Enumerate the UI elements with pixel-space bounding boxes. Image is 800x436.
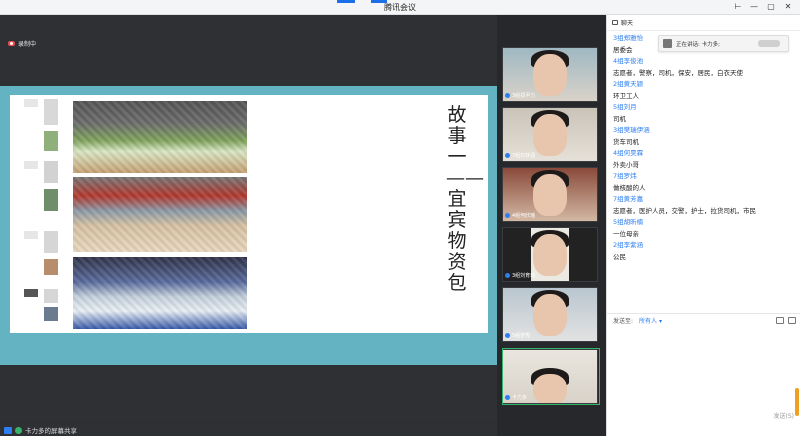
maximize-button[interactable]: ▢ bbox=[765, 2, 777, 12]
chat-message-text: 外卖小哥 bbox=[613, 160, 639, 169]
chat-sender[interactable]: 5组胡昕楠 bbox=[613, 217, 795, 229]
thumbnail-image bbox=[44, 99, 58, 125]
participant-face bbox=[533, 114, 567, 156]
video-tile-name: 4组何欣瑶 bbox=[505, 212, 535, 219]
video-tile[interactable]: 3组刘育琼 bbox=[502, 227, 598, 282]
thumbnail-image bbox=[44, 161, 58, 183]
chat-message-text: 货车司机 bbox=[613, 137, 639, 146]
chat-message-text: 志愿者，警察，司机，保安，居民，白衣天使 bbox=[613, 68, 743, 77]
chat-sender[interactable]: 5组刘月 bbox=[613, 102, 795, 114]
screenshot-icon[interactable] bbox=[788, 317, 796, 324]
share-footer: 卡力多的屏幕共享 bbox=[0, 423, 497, 436]
thumbnail-image bbox=[44, 259, 58, 275]
send-to-dropdown[interactable]: 所有人 ▾ bbox=[639, 316, 662, 325]
thumbnail-image bbox=[44, 289, 58, 303]
chat-message-text: 志愿者，医护人员，交警，护士，拉货司机，市民 bbox=[613, 206, 756, 215]
chat-header: 聊天 bbox=[607, 15, 800, 31]
thumbnail-image bbox=[24, 161, 38, 169]
presentation-slide: 故事一——宜宾物资包 bbox=[10, 95, 488, 333]
photo-texture bbox=[73, 257, 247, 329]
chat-message-text: 公民 bbox=[613, 252, 626, 261]
meeting-window: 腾讯会议 ⊢ — ▢ ✕ 录制中 故事一——宜宾物资包 卡力多的屏幕共享 3组郑… bbox=[0, 0, 800, 436]
chat-message-text: 司机 bbox=[613, 114, 626, 123]
participant-face bbox=[533, 54, 567, 96]
share-status-label: 卡力多的屏幕共享 bbox=[25, 427, 77, 435]
chat-sender[interactable]: 3组樊瑞伊涵 bbox=[613, 125, 795, 137]
chat-input[interactable] bbox=[607, 328, 800, 420]
participant-face bbox=[533, 294, 567, 336]
pin-icon[interactable]: ⊢ bbox=[732, 2, 744, 12]
main-stage: 录制中 故事一——宜宾物资包 bbox=[0, 15, 497, 422]
participant-icon bbox=[4, 426, 12, 434]
slide-title: 故事一——宜宾物资包 bbox=[446, 104, 484, 294]
active-speaker-highlight bbox=[502, 348, 600, 405]
mic-icon bbox=[505, 273, 510, 278]
chat-icon bbox=[612, 20, 618, 25]
photo-texture bbox=[73, 177, 247, 252]
participant-face bbox=[533, 234, 567, 276]
recording-icon bbox=[8, 41, 15, 46]
thumbnail-image bbox=[24, 99, 38, 107]
chat-sender[interactable]: 7组罗炜 bbox=[613, 171, 795, 183]
recording-label: 录制中 bbox=[18, 41, 37, 48]
chat-message-list[interactable]: 3组郑雅怡 居委会 4组李俊池 志愿者，警察，司机，保安，居民，白衣天使 2组黄天颖 环卫… bbox=[613, 33, 795, 263]
thumbnail-image bbox=[44, 231, 58, 253]
speaker-level-icon bbox=[758, 40, 780, 47]
mic-icon bbox=[505, 153, 510, 158]
mic-icon bbox=[505, 93, 510, 98]
mic-icon bbox=[505, 213, 510, 218]
screen-share-area: 故事一——宜宾物资包 bbox=[0, 86, 497, 365]
recording-indicator[interactable]: 录制中 bbox=[8, 39, 36, 48]
chat-sender[interactable]: 7组黄芳嘉 bbox=[613, 194, 795, 206]
video-tile[interactable]: 5组罗秀 bbox=[502, 287, 598, 342]
participant-face bbox=[533, 174, 567, 216]
thumbnail-image bbox=[44, 131, 58, 151]
send-to-label: 发送至: bbox=[613, 318, 634, 325]
photo-texture bbox=[73, 101, 247, 173]
send-target-bar: 发送至: 所有人 ▾ bbox=[607, 313, 800, 327]
thumbnail-image bbox=[24, 231, 38, 239]
video-tile-name: 5组罗秀 bbox=[505, 332, 530, 339]
minimize-button[interactable]: — bbox=[748, 2, 760, 12]
chat-sender[interactable]: 2组李紫涵 bbox=[613, 240, 795, 252]
video-tile[interactable]: 4组何欣瑶 bbox=[502, 167, 598, 222]
supply-bags-photo bbox=[73, 257, 247, 329]
speaking-label: 正在讲话: 卡力多; bbox=[676, 41, 720, 48]
chat-sender[interactable]: 4组何昊霖 bbox=[613, 148, 795, 160]
chat-panel: 聊天 3组郑雅怡 居委会 4组李俊池 志愿者，警察，司机，保安，居民，白衣天使 2组黄天… bbox=[606, 15, 800, 436]
vegetables-photo bbox=[73, 101, 247, 173]
chat-message-text: 环卫工人 bbox=[613, 91, 639, 100]
title-bar: 腾讯会议 ⊢ — ▢ ✕ bbox=[0, 0, 800, 15]
thumbnail-image bbox=[44, 307, 58, 321]
chat-message-text: 做核酸的人 bbox=[613, 183, 646, 192]
video-tile[interactable]: 3组郑尹力 bbox=[502, 47, 598, 102]
chat-sender[interactable]: 4组李俊池 bbox=[613, 56, 795, 68]
window-title: 腾讯会议 bbox=[384, 3, 416, 12]
chat-tools bbox=[776, 317, 796, 324]
send-button[interactable]: 发送(S) bbox=[774, 411, 795, 420]
close-button[interactable]: ✕ bbox=[782, 2, 794, 12]
thumbnail-image bbox=[24, 289, 38, 297]
video-tile[interactable]: 7组石林涵 bbox=[502, 107, 598, 162]
video-tile-name: 7组石林涵 bbox=[505, 152, 535, 159]
video-tile-name: 3组刘育琼 bbox=[505, 272, 535, 279]
slide-thumbnail-column bbox=[24, 99, 76, 327]
chat-title: 聊天 bbox=[621, 20, 634, 27]
speaker-avatar bbox=[663, 39, 672, 48]
chat-message-text: 一位母亲 bbox=[613, 229, 639, 238]
speaking-indicator: 正在讲话: 卡力多; bbox=[658, 35, 789, 52]
share-icon bbox=[15, 426, 22, 434]
chat-sender[interactable]: 2组黄天颖 bbox=[613, 79, 795, 91]
mic-icon bbox=[505, 333, 510, 338]
share-status[interactable]: 卡力多的屏幕共享 bbox=[4, 425, 77, 435]
thumbnail-image bbox=[44, 189, 58, 211]
file-icon[interactable] bbox=[776, 317, 784, 324]
video-tile-name: 3组郑尹力 bbox=[505, 92, 535, 99]
chat-scrollbar[interactable] bbox=[795, 388, 799, 416]
truck-unloading-photo bbox=[73, 177, 247, 252]
